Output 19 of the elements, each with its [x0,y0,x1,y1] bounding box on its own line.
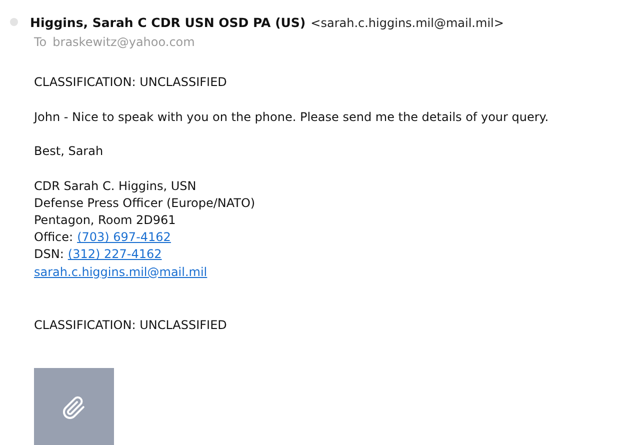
signature-line: CDR Sarah C. Higgins, USN [34,178,196,194]
to-label: To [34,35,47,49]
email-link[interactable]: sarah.c.higgins.mil@mail.mil [34,264,208,281]
sender-address: <sarah.c.higgins.mil@mail.mil> [310,16,504,30]
message-paragraph: John - Nice to speak with you on the phone. Please send me the details of your query. [34,108,550,124]
message-paragraph: CLASSIFICATION: UNCLASSIFIED [34,74,228,90]
unread-dot-icon [10,18,18,26]
message-paragraph: Best, Sarah [34,143,104,159]
message-paragraph: CLASSIFICATION: UNCLASSIFIED [34,316,228,333]
phone-link[interactable]: (312) 227-4162 [68,246,162,264]
phone-link[interactable]: (703) 697-4162 [77,229,171,246]
paperclip-icon [62,396,86,420]
attachment-tile[interactable] [34,368,114,445]
recipient-address: braskewitz@yahoo.com [52,35,195,49]
signature-line: Defense Press Officer (Europe/NATO) [34,194,256,212]
sender-name: Higgins, Sarah C CDR USN OSD PA (US) [30,15,306,30]
signature-line: Pentagon, Room 2D961 [34,212,176,229]
phone-label: Office: [34,229,74,246]
phone-label: DSN: [34,246,64,264]
